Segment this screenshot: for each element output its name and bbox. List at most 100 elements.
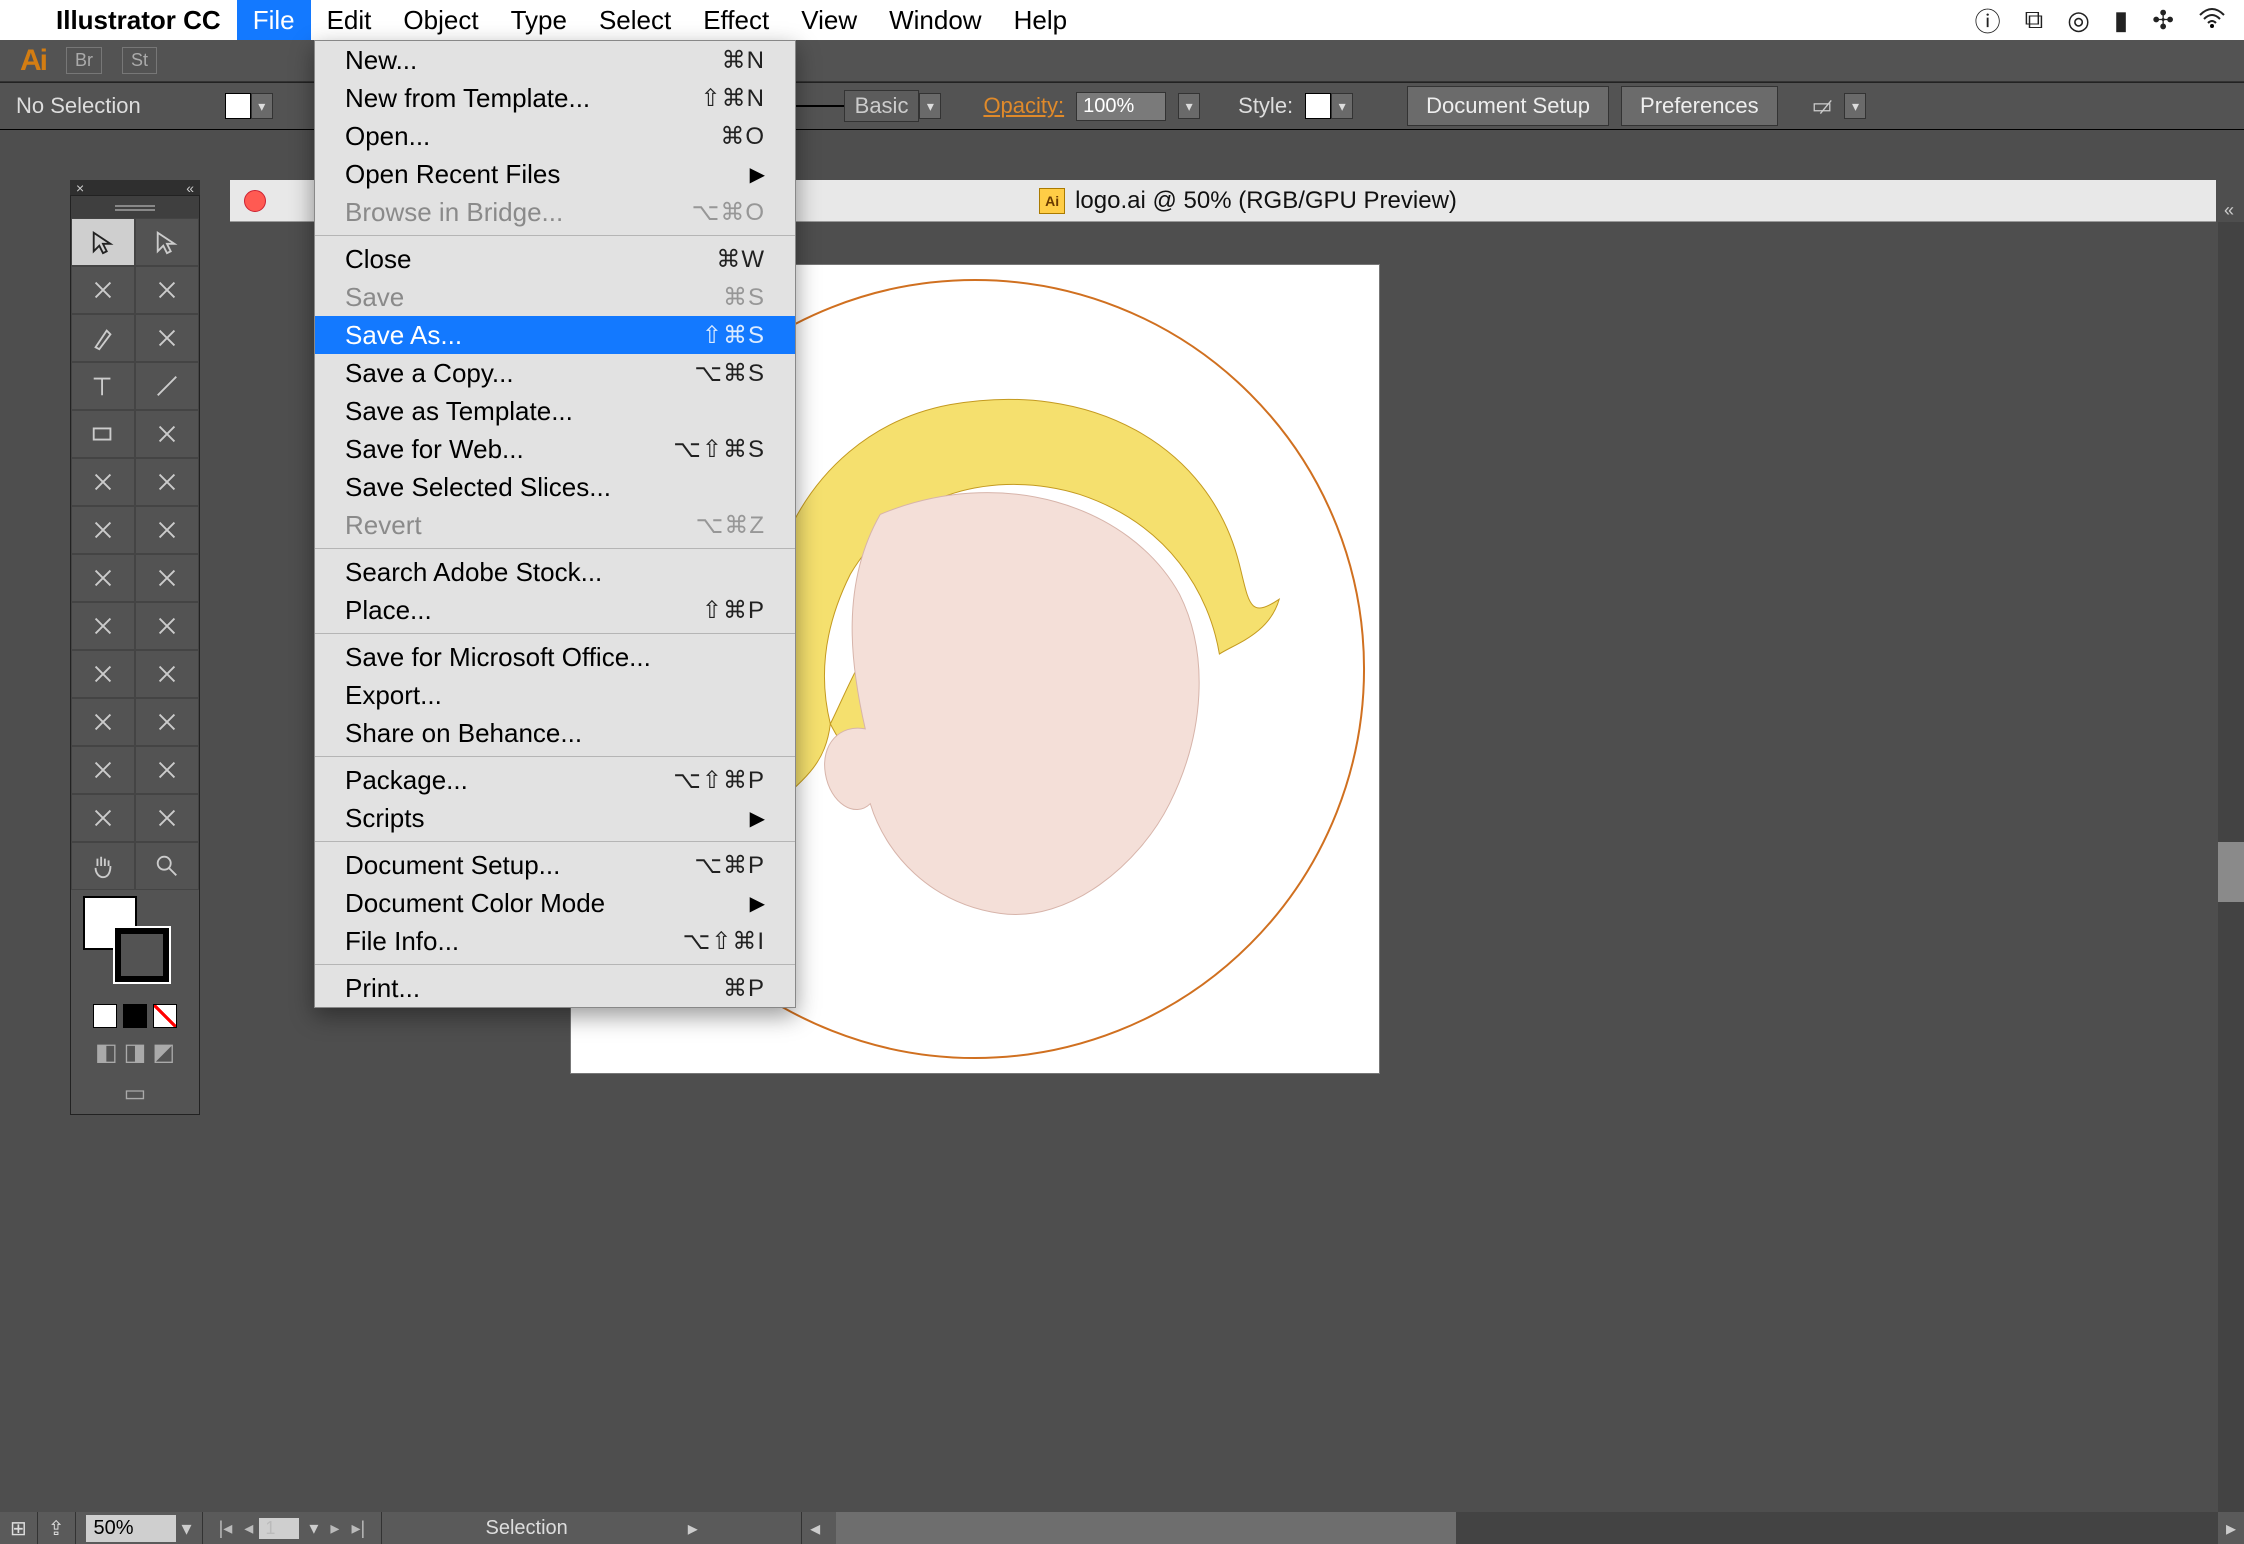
curvature-tool[interactable] [135,314,199,362]
width-tool[interactable] [71,554,135,602]
menu-app-name[interactable]: Illustrator CC [40,0,237,40]
file-menu-search-adobe-stock[interactable]: Search Adobe Stock... [315,553,795,591]
file-menu-save-as-template[interactable]: Save as Template... [315,392,795,430]
export-icon[interactable]: ⇪ [38,1512,76,1544]
zoom-tool[interactable] [135,842,199,890]
magic-wand-tool[interactable] [71,266,135,314]
cc-icon[interactable]: ✣ [2152,5,2174,36]
artboard-number[interactable]: 1 [259,1518,299,1539]
menu-item-type[interactable]: Type [495,0,583,40]
artboard-nav[interactable]: |◂ ◂ 1 ▾ ▸ ▸| [203,1512,383,1544]
bridge-button[interactable]: Br [66,47,102,74]
artboard-tool[interactable] [71,794,135,842]
file-menu-open-recent-files[interactable]: Open Recent Files▶ [315,155,795,193]
type-tool[interactable] [71,362,135,410]
symbol-sprayer-tool[interactable] [71,746,135,794]
file-menu-save-as[interactable]: Save As...⇧⌘S [315,316,795,354]
draw-behind-icon[interactable]: ◨ [124,1038,147,1067]
chevron-down-icon[interactable]: ▾ [1844,93,1866,119]
blend-tool[interactable] [135,698,199,746]
selection-tool[interactable] [71,218,135,266]
file-menu-scripts[interactable]: Scripts▶ [315,799,795,837]
align-icon[interactable]: ▭̷ [1812,93,1833,119]
info-icon[interactable]: ⓘ [1975,2,2001,39]
draw-normal-icon[interactable]: ◧ [95,1038,118,1067]
shape-builder-tool[interactable] [71,602,135,650]
line-tool[interactable] [135,362,199,410]
stroke-indicator[interactable] [115,928,169,982]
first-artboard-icon[interactable]: |◂ [213,1518,239,1539]
color-mode-none[interactable] [153,1004,177,1028]
document-setup-button[interactable]: Document Setup [1407,86,1609,126]
screen-mode-icon[interactable]: ▭ [124,1079,147,1108]
color-mode-gradient[interactable] [123,1004,147,1028]
paintbrush-tool[interactable] [135,410,199,458]
direct-selection-tool[interactable] [135,218,199,266]
scroll-right-icon[interactable]: ▸ [2218,1516,2244,1541]
preferences-button[interactable]: Preferences [1621,86,1778,126]
file-menu-print[interactable]: Print...⌘P [315,969,795,1007]
next-artboard-icon[interactable]: ▸ [324,1518,345,1539]
tool-panel-tab[interactable]: × « [70,180,200,196]
scrollbar-thumb[interactable] [836,1512,1456,1544]
hand-tool[interactable] [71,842,135,890]
free-transform-tool[interactable] [135,554,199,602]
menu-item-select[interactable]: Select [583,0,687,40]
column-graph-tool[interactable] [135,746,199,794]
wifi-icon[interactable] [2198,5,2226,36]
menu-item-view[interactable]: View [785,0,873,40]
perspective-grid-tool[interactable] [135,602,199,650]
stock-button[interactable]: St [122,47,157,74]
lasso-tool[interactable] [135,266,199,314]
file-menu-export[interactable]: Export... [315,676,795,714]
file-menu-package[interactable]: Package...⌥⇧⌘P [315,761,795,799]
color-mode-color[interactable] [93,1004,117,1028]
pencil-tool[interactable] [71,458,135,506]
menu-item-edit[interactable]: Edit [311,0,388,40]
rotate-tool[interactable] [71,506,135,554]
file-menu-close[interactable]: Close⌘W [315,240,795,278]
file-menu-document-setup[interactable]: Document Setup...⌥⌘P [315,846,795,884]
eyedropper-tool[interactable] [71,698,135,746]
file-menu-save-for-web[interactable]: Save for Web...⌥⇧⌘S [315,430,795,468]
slice-tool[interactable] [135,794,199,842]
fill-stroke-control[interactable] [71,890,199,980]
menu-item-object[interactable]: Object [387,0,494,40]
last-artboard-icon[interactable]: ▸| [345,1518,371,1539]
gpu-icon[interactable]: ⊞ [0,1512,38,1544]
gradient-tool[interactable] [135,650,199,698]
opacity-label[interactable]: Opacity: [983,93,1064,119]
menu-item-help[interactable]: Help [998,0,1083,40]
menu-item-effect[interactable]: Effect [687,0,785,40]
scroll-left-icon[interactable]: ◂ [802,1516,828,1541]
prev-artboard-icon[interactable]: ◂ [238,1518,259,1539]
horizontal-scrollbar[interactable] [836,1512,2218,1544]
zoom-value[interactable]: 50% [86,1515,176,1542]
eraser-tool[interactable] [135,458,199,506]
panel-collapse-icon[interactable]: « [2224,200,2234,221]
close-window-button[interactable] [244,190,266,212]
file-menu-file-info[interactable]: File Info...⌥⇧⌘I [315,922,795,960]
file-menu-document-color-mode[interactable]: Document Color Mode▶ [315,884,795,922]
file-menu-new-from-template[interactable]: New from Template...⇧⌘N [315,79,795,117]
scrollbar-thumb[interactable] [2218,842,2244,902]
graphic-style-control[interactable]: ▾ [1305,93,1353,119]
chevron-down-icon[interactable]: ▾ [1178,93,1200,119]
file-menu-save-selected-slices[interactable]: Save Selected Slices... [315,468,795,506]
tool-panel-header[interactable] [71,196,199,218]
file-menu-open[interactable]: Open...⌘O [315,117,795,155]
file-menu-save-for-microsoft-office[interactable]: Save for Microsoft Office... [315,638,795,676]
opacity-input[interactable] [1076,92,1166,121]
file-menu-place[interactable]: Place...⇧⌘P [315,591,795,629]
fill-color-control[interactable]: ▾ [225,93,273,119]
dropbox-icon[interactable]: ⧉ [2025,4,2044,36]
file-menu-new[interactable]: New...⌘N [315,41,795,79]
file-menu-save-a-copy[interactable]: Save a Copy...⌥⌘S [315,354,795,392]
vertical-scrollbar[interactable] [2218,222,2244,1512]
sync-icon[interactable]: ◎ [2067,5,2090,36]
menu-item-window[interactable]: Window [873,0,997,40]
zoom-control[interactable]: 50% ▾ [76,1512,203,1544]
draw-inside-icon[interactable]: ◩ [152,1038,175,1067]
mesh-tool[interactable] [71,650,135,698]
bookmark-icon[interactable]: ▮ [2114,5,2128,36]
